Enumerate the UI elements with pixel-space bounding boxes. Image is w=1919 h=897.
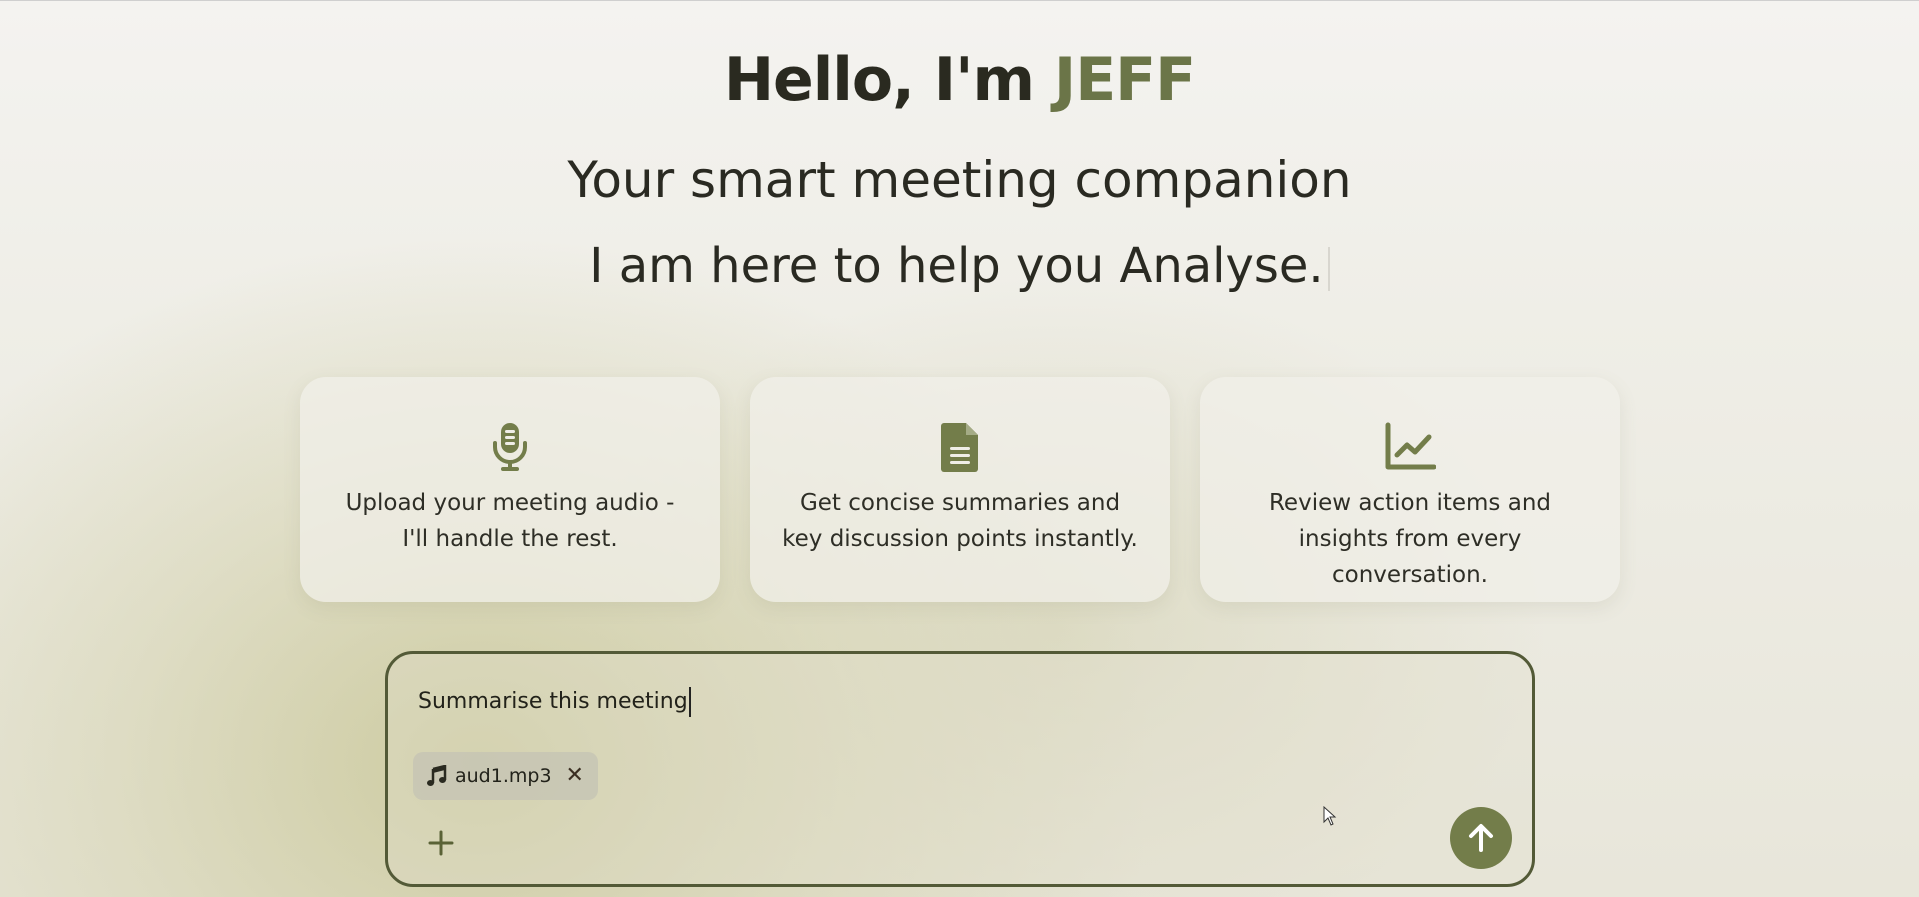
music-note-icon: [427, 765, 447, 786]
send-button[interactable]: [1450, 807, 1512, 869]
arrow-up-icon: [1469, 824, 1493, 852]
page-subtitle: Your smart meeting companion: [0, 148, 1919, 212]
feature-card-summary: Get concise summaries and key discussion…: [750, 377, 1170, 602]
microphone-icon: [493, 423, 527, 471]
feature-card-text: Upload your meeting audio - I'll handle …: [345, 490, 675, 552]
assistant-name: JEFF: [1053, 45, 1196, 115]
typing-text: I am here to help you Analyse.: [589, 238, 1324, 294]
subtitle-text: Your smart meeting companion: [567, 151, 1352, 209]
text-caret: [688, 687, 691, 717]
attachment-chip: aud1.mp3 ✕: [413, 752, 598, 800]
typing-cursor: [1327, 247, 1330, 291]
feature-card-text: Get concise summaries and key discussion…: [782, 490, 1138, 552]
mouse-pointer-icon: [1323, 806, 1337, 826]
typing-headline: I am here to help you Analyse.: [0, 234, 1919, 298]
feature-card-text: Review action items and insights from ev…: [1268, 490, 1551, 588]
line-chart-icon: [1385, 422, 1436, 470]
attachment-filename: aud1.mp3: [455, 765, 552, 787]
greeting-prefix: Hello, I'm: [723, 45, 1054, 115]
remove-attachment-button[interactable]: ✕: [566, 765, 584, 787]
add-attachment-button[interactable]: [424, 826, 458, 860]
document-icon: [941, 423, 978, 472]
feature-card-insights: Review action items and insights from ev…: [1200, 377, 1620, 602]
feature-card-upload: Upload your meeting audio - I'll handle …: [300, 377, 720, 602]
message-input-value: Summarise this meeting: [418, 689, 688, 714]
plus-icon: [428, 830, 454, 856]
page-title: Hello, I'm JEFF: [0, 40, 1919, 120]
message-input[interactable]: Summarise this meeting: [418, 682, 691, 722]
window-top-border: [0, 0, 1919, 1]
message-composer[interactable]: Summarise this meeting aud1.mp3 ✕: [385, 651, 1535, 887]
